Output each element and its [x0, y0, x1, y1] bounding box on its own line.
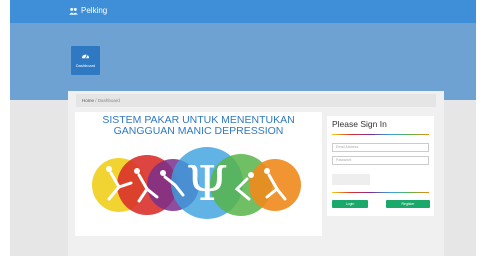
breadcrumb: Home / Dashboard — [76, 94, 436, 107]
psi-symbol-icon: Ψ — [92, 147, 301, 219]
signin-title: Please Sign In — [332, 119, 387, 129]
psi-symbol: Ψ — [186, 156, 228, 212]
users-icon — [69, 7, 78, 15]
main-panel: SISTEM PAKAR UNTUK MENENTUKAN GANGGUAN M… — [75, 112, 322, 236]
password-field[interactable]: Password — [332, 156, 429, 165]
page-title: SISTEM PAKAR UNTUK MENENTUKAN GANGGUAN M… — [102, 114, 295, 137]
tachometer-icon — [81, 54, 90, 59]
dashboard-tile[interactable]: Dashboard — [71, 46, 100, 75]
dashboard-tile-label: Dashboard — [75, 63, 96, 68]
breadcrumb-current: Dashboard — [97, 98, 120, 103]
color-stripe — [332, 134, 429, 135]
register-button[interactable]: Register — [386, 200, 430, 208]
navbar-brand[interactable]: Pelking — [69, 6, 107, 15]
color-stripe — [332, 192, 429, 193]
captcha-image — [332, 174, 370, 185]
login-button[interactable]: Login — [332, 200, 368, 208]
breadcrumb-home[interactable]: Home — [82, 98, 94, 103]
email-field[interactable]: Email Address — [332, 143, 429, 152]
top-navbar: Pelking — [10, 0, 476, 23]
brand-label: Pelking — [81, 6, 108, 15]
content-area: Home / Dashboard SISTEM PAKAR UNTUK MENE… — [68, 91, 444, 256]
signin-panel: Please Sign In Email Address Password Lo… — [327, 116, 434, 216]
app-frame: Pelking Dashboard Home / Dashboard SISTE… — [10, 0, 476, 256]
hero-banner: Dashboard — [10, 23, 476, 100]
breadcrumb-separator: / — [95, 98, 97, 103]
